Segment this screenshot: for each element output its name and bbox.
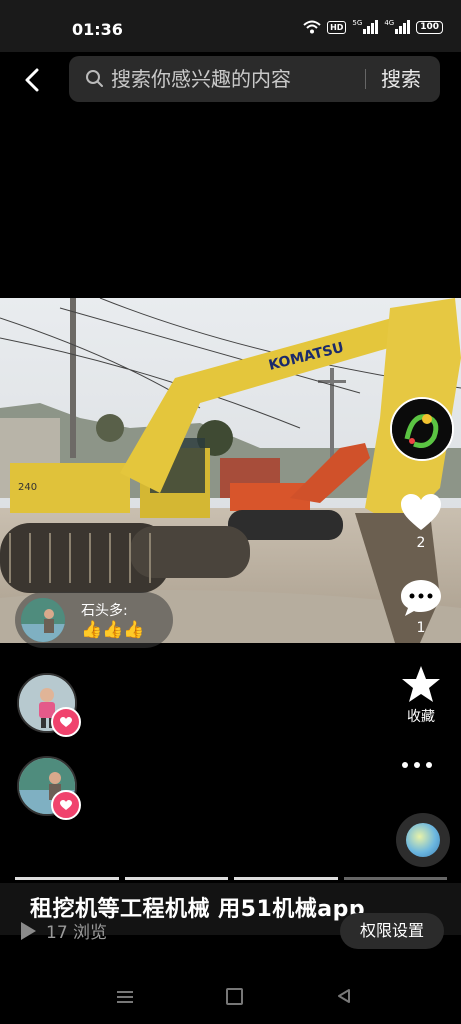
- star-collect-icon[interactable]: [400, 664, 442, 704]
- dot-icon: [414, 762, 420, 768]
- signal-5g: 5G: [352, 19, 379, 34]
- signal-bars-icon: [395, 20, 411, 34]
- comment-bubble[interactable]: 石头多: 👍👍👍: [15, 592, 173, 648]
- comment-text: 👍👍👍: [81, 620, 145, 640]
- search-divider: [365, 69, 366, 89]
- status-time: 01:36: [72, 20, 123, 39]
- progress-segment: [124, 877, 228, 880]
- heart-icon: [60, 799, 72, 810]
- system-nav-bar: [0, 960, 461, 1024]
- disc-cover: [406, 823, 440, 857]
- progress-segment: [234, 877, 338, 880]
- cab-model-label: 240: [18, 482, 37, 493]
- status-icons: HD 5G 4G 100: [303, 20, 443, 34]
- home-icon[interactable]: [226, 988, 243, 1005]
- heart-icon: [60, 716, 72, 727]
- search-box[interactable]: 搜索你感兴趣的内容 搜索: [69, 56, 440, 102]
- play-icon: [21, 922, 36, 940]
- dragon-avatar-icon: [392, 399, 452, 459]
- signal-label: 4G: [384, 19, 395, 27]
- more-options-button[interactable]: [402, 762, 432, 768]
- status-bar: 01:36 HD 5G 4G 100: [0, 0, 461, 52]
- back-triangle-icon[interactable]: [336, 988, 352, 1004]
- signal-4g: 4G: [384, 19, 411, 34]
- commenter-avatar: [21, 598, 65, 642]
- menu-icon[interactable]: [116, 990, 134, 1004]
- signal-bars-icon: [363, 20, 379, 34]
- like-count: 2: [416, 535, 426, 551]
- music-disc-icon[interactable]: [396, 813, 450, 867]
- progress-segment: [15, 877, 119, 880]
- author-avatar[interactable]: [390, 397, 454, 461]
- permission-settings-button[interactable]: 权限设置: [340, 913, 444, 949]
- search-input[interactable]: 搜索你感兴趣的内容: [111, 56, 291, 102]
- dot-icon: [426, 762, 432, 768]
- comment-count: 1: [416, 620, 426, 636]
- collect-label[interactable]: 收藏: [395, 706, 447, 726]
- follow-heart-badge[interactable]: [51, 707, 81, 737]
- signal-label: 5G: [352, 19, 363, 27]
- progress-segment: [343, 877, 447, 880]
- hd-badge: HD: [327, 20, 347, 34]
- search-icon: [86, 70, 103, 87]
- heart-like-icon[interactable]: [399, 492, 443, 532]
- comment-username: 石头多:: [81, 603, 128, 619]
- comment-icon[interactable]: [399, 578, 443, 618]
- wifi-icon: [303, 20, 321, 34]
- chevron-left-icon: [25, 68, 39, 92]
- back-button[interactable]: [14, 62, 50, 98]
- battery-icon: 100: [416, 20, 443, 34]
- follow-heart-badge[interactable]: [51, 790, 81, 820]
- view-count: 17 浏览: [46, 923, 108, 943]
- search-button[interactable]: 搜索: [381, 56, 421, 102]
- story-progress: [15, 877, 447, 880]
- dot-icon: [402, 762, 408, 768]
